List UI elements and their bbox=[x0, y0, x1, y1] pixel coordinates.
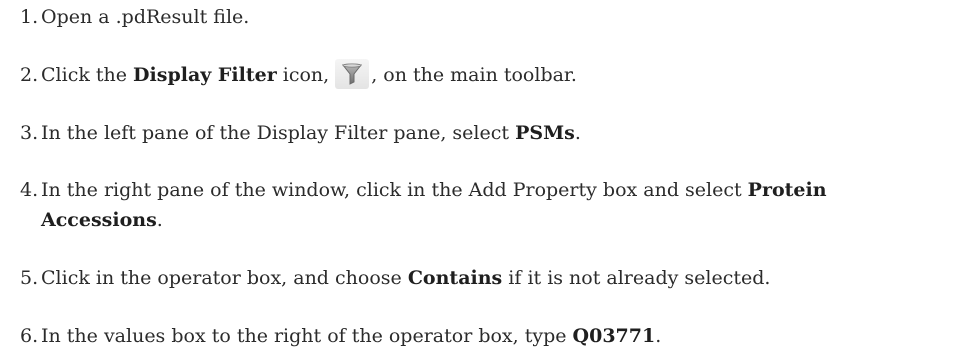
step-text-run: icon, bbox=[276, 64, 330, 86]
accession-value: Q03771 bbox=[572, 325, 656, 347]
protein-label: Protein bbox=[747, 179, 827, 201]
step-text: Click in the operator box, and choose Co… bbox=[41, 263, 770, 293]
step-number: 1. bbox=[20, 6, 39, 28]
step-text: Open a .pdResult file. bbox=[41, 2, 249, 32]
step-number: 3. bbox=[20, 122, 39, 144]
step-text-run: In the values box to the right of the op… bbox=[41, 325, 573, 347]
step-text-run: Click the bbox=[41, 64, 134, 86]
step-text-run: . bbox=[574, 122, 581, 144]
step-text: In the values box to the right of the op… bbox=[41, 321, 661, 351]
step-number: 6. bbox=[20, 325, 39, 347]
step-text-run: Open a .pdResult file. bbox=[41, 6, 250, 28]
step-number: 5. bbox=[20, 267, 39, 289]
step-text-run: . bbox=[655, 325, 662, 347]
contains-label: Contains bbox=[407, 267, 503, 289]
funnel-filter-icon bbox=[335, 59, 370, 89]
accessions-label: Accessions bbox=[41, 209, 157, 231]
step-text: In the right pane of the window, click i… bbox=[41, 175, 827, 235]
step-text-run: In the left pane of the Display Filter p… bbox=[41, 122, 516, 144]
funnel-filter-glyph bbox=[342, 63, 363, 85]
step-text-run: . bbox=[156, 209, 163, 231]
step-line-2: Accessions. bbox=[41, 205, 827, 235]
psms-label: PSMs bbox=[515, 122, 575, 144]
step-number: 2. bbox=[20, 64, 39, 86]
step-text-run: , on the main toolbar. bbox=[371, 64, 577, 86]
step-text: In the left pane of the Display Filter p… bbox=[41, 118, 581, 148]
step-line-1: In the right pane of the window, click i… bbox=[41, 175, 827, 205]
step-text-run: In the right pane of the window, click i… bbox=[41, 179, 748, 201]
step-text-run: Click in the operator box, and choose bbox=[41, 267, 408, 289]
step-text: Click the Display Filter icon, , on the m… bbox=[41, 59, 577, 91]
step-text-run: if it is not already selected. bbox=[502, 267, 771, 289]
display-filter-label: Display Filter bbox=[133, 64, 277, 86]
step-number: 4. bbox=[20, 179, 39, 201]
